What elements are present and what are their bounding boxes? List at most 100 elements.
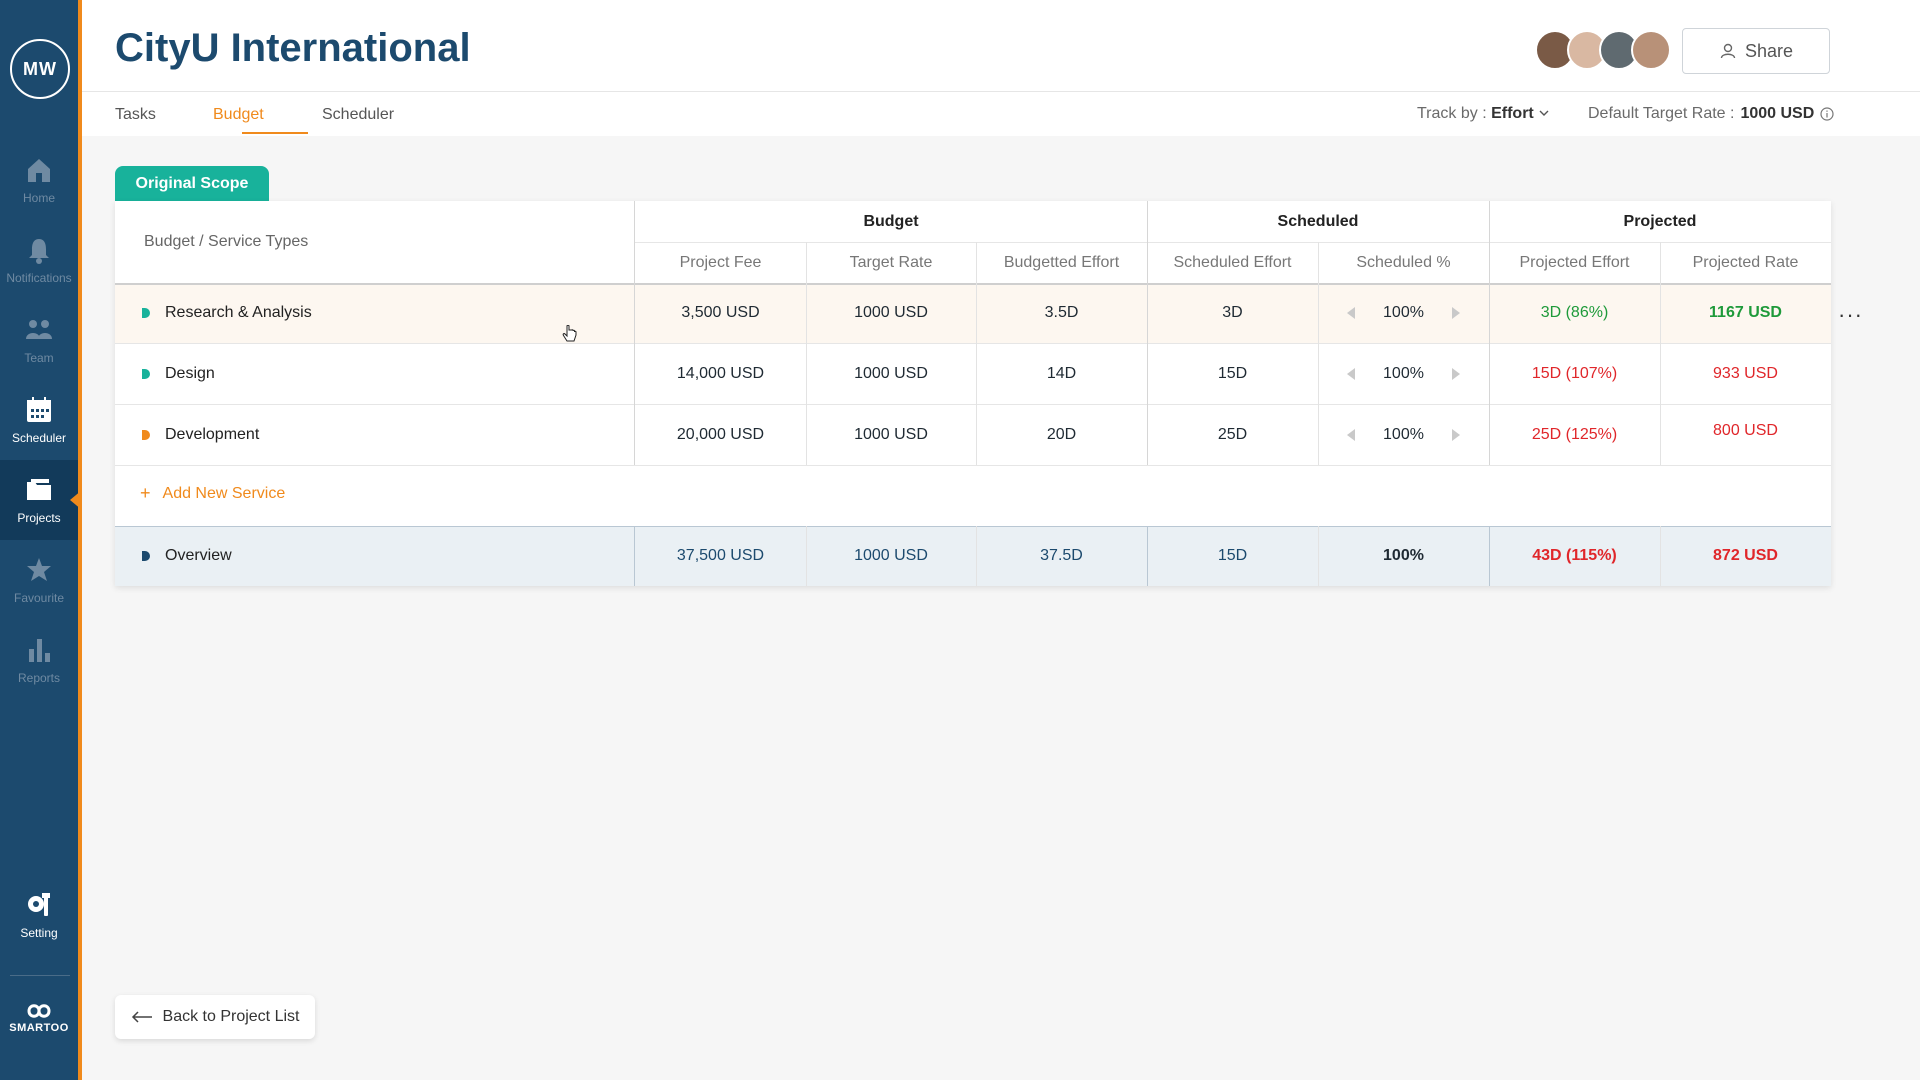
projected-effort-cell: 3D (86%)	[1540, 304, 1609, 321]
add-new-service-button[interactable]: + Add New Service	[140, 483, 285, 504]
sidebar-item-label: Reports	[17, 671, 61, 685]
column-header-scheduled-pct: Scheduled %	[1356, 253, 1451, 271]
sidebar-divider	[10, 975, 70, 976]
overview-target-rate: 1000 USD	[854, 547, 928, 564]
share-label: Share	[1744, 40, 1794, 61]
divider	[635, 242, 1831, 243]
sidebar-item-projects[interactable]: Projects	[0, 460, 82, 540]
scheduled-pct-stepper[interactable]: 100%	[1347, 283, 1460, 343]
track-by-dropdown[interactable]: Track by : Effort	[1417, 105, 1550, 123]
sidebar-item-favourite[interactable]: Favourite	[0, 540, 78, 620]
column-header-projected-effort: Projected Effort	[1519, 253, 1630, 271]
overview-budgetted-effort: 37.5D	[1040, 547, 1083, 564]
increment-arrow-icon[interactable]	[1451, 307, 1460, 319]
user-icon	[1720, 43, 1736, 59]
divider	[1318, 242, 1319, 465]
share-button[interactable]: Share	[1682, 28, 1830, 74]
increment-arrow-icon[interactable]	[1451, 429, 1460, 441]
column-header-target-rate: Target Rate	[849, 253, 933, 271]
scheduled-pct-stepper[interactable]: 100%	[1347, 344, 1460, 404]
back-label: Back to Project List	[162, 1008, 300, 1025]
sidebar-item-notifications[interactable]: Notifications	[0, 220, 78, 300]
calendar-icon	[27, 397, 51, 422]
budgetted-effort-cell: 14D	[1046, 365, 1077, 382]
decrement-arrow-icon[interactable]	[1347, 307, 1355, 319]
page-title: CityU International	[115, 26, 471, 70]
overview-scheduled-effort: 15D	[1217, 547, 1248, 564]
sidebar-item-setting[interactable]: Setting	[0, 875, 78, 955]
chevron-down-icon	[1539, 110, 1549, 116]
back-to-project-list-button[interactable]: Back to Project List	[115, 995, 315, 1039]
projected-effort-cell: 25D (125%)	[1531, 426, 1618, 443]
divider	[115, 465, 1831, 466]
overview-scheduled-pct: 100%	[1383, 547, 1424, 564]
overview-label: Overview	[165, 547, 232, 564]
service-name: Design	[165, 365, 215, 382]
brand-name: SMARTOO	[9, 1022, 69, 1034]
service-name: Development	[165, 426, 260, 443]
scheduled-pct-stepper[interactable]: 100%	[1347, 405, 1460, 465]
projected-rate-cell: 800 USD	[1713, 422, 1778, 439]
project-fee-cell: 20,000 USD	[676, 426, 765, 443]
sidebar-item-label: Setting	[20, 926, 58, 940]
group-header-scheduled: Scheduled	[1277, 212, 1359, 230]
service-name: Research & Analysis	[165, 304, 312, 321]
home-icon	[28, 159, 50, 182]
tab-budget[interactable]: Budget	[213, 106, 264, 124]
target-rate-cell: 1000 USD	[854, 304, 928, 321]
bell-icon	[29, 239, 49, 264]
scheduled-effort-cell: 25D	[1217, 426, 1248, 443]
tab-tasks[interactable]: Tasks	[115, 106, 156, 124]
tabs-bar: Tasks Budget Scheduler Track by : Effort…	[82, 92, 1920, 136]
sidebar-item-scheduler[interactable]: Scheduler	[0, 380, 78, 460]
budget-table: Budget / Service Types Budget Scheduled …	[115, 201, 1831, 586]
decrement-arrow-icon[interactable]	[1347, 368, 1355, 380]
sidebar-item-label: Notifications	[6, 271, 72, 285]
more-options-button[interactable]: ···	[1838, 302, 1863, 328]
target-rate-cell: 1000 USD	[854, 426, 928, 443]
scheduled-effort-cell: 15D	[1217, 365, 1248, 382]
scheduled-pct-value: 100%	[1383, 365, 1424, 382]
budget-service-types-header: Budget / Service Types	[144, 233, 309, 250]
column-header-budgetted-effort: Budgetted Effort	[1003, 253, 1120, 271]
sidebar-item-team[interactable]: Team	[0, 300, 78, 380]
settings-tools-icon	[28, 893, 50, 916]
user-avatar[interactable]: MW	[10, 39, 70, 99]
scheduled-pct-value: 100%	[1383, 426, 1424, 443]
active-indicator	[70, 490, 82, 510]
sidebar-item-label: Favourite	[13, 591, 65, 605]
hand-cursor-icon	[562, 325, 577, 342]
team-avatars[interactable]	[1535, 30, 1671, 70]
project-fee-cell: 3,500 USD	[681, 304, 760, 321]
star-icon	[27, 558, 51, 581]
column-header-projected-rate: Projected Rate	[1692, 253, 1799, 271]
infinity-logo-icon	[27, 1004, 51, 1018]
scheduled-effort-cell: 3D	[1222, 304, 1243, 321]
add-new-service-label: Add New Service	[162, 484, 286, 502]
sidebar-item-label: Home	[22, 191, 55, 205]
budgetted-effort-cell: 20D	[1046, 426, 1077, 443]
sidebar-item-reports[interactable]: Reports	[0, 620, 78, 700]
tab-scheduler[interactable]: Scheduler	[322, 106, 394, 124]
bar-chart-icon	[29, 639, 50, 662]
avatar[interactable]	[1631, 30, 1671, 70]
scope-tab-original[interactable]: Original Scope	[115, 166, 269, 202]
target-rate-cell: 1000 USD	[854, 365, 928, 382]
overview-project-fee: 37,500 USD	[676, 547, 765, 564]
sidebar-item-home[interactable]: Home	[0, 140, 78, 220]
column-header-scheduled-effort: Scheduled Effort	[1173, 253, 1292, 271]
active-tab-underline	[242, 132, 308, 134]
folder-icon	[27, 479, 51, 500]
info-icon[interactable]	[1820, 107, 1834, 121]
overview-projected-effort: 43D (115%)	[1532, 547, 1617, 564]
plus-icon: +	[140, 483, 151, 503]
projected-effort-cell: 15D (107%)	[1531, 365, 1618, 382]
sidebar: MW Home Notifications Team Scheduler Pro…	[0, 0, 82, 1080]
sidebar-item-label: Scheduler	[11, 431, 67, 445]
track-by-label: Track by :	[1417, 105, 1487, 122]
arrow-left-icon	[131, 1011, 152, 1023]
increment-arrow-icon[interactable]	[1451, 368, 1460, 380]
team-icon	[26, 320, 52, 339]
project-fee-cell: 14,000 USD	[676, 365, 765, 382]
decrement-arrow-icon[interactable]	[1347, 429, 1355, 441]
